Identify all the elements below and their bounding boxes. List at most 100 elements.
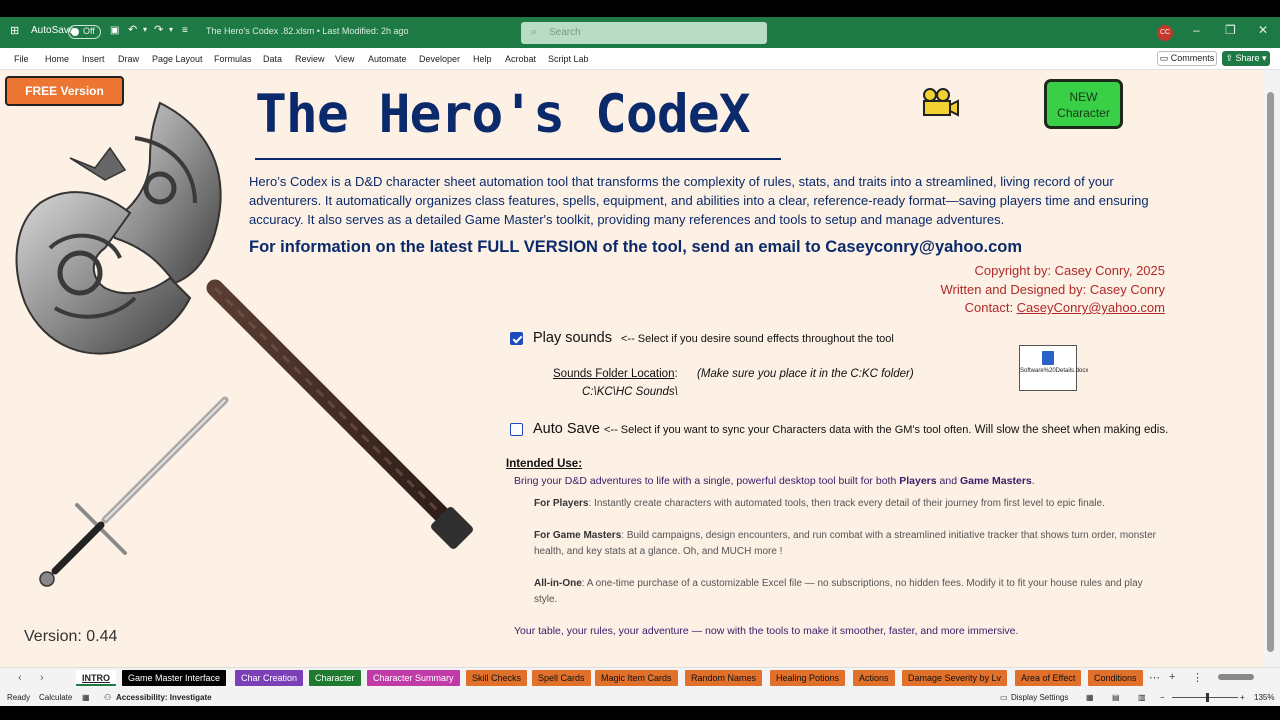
all-in-one-paragraph: All-in-One: A one-time purchase of a cus… [534, 576, 1159, 608]
embedded-docx-object[interactable]: Software%20Details.docx [1019, 345, 1089, 391]
display-settings-icon[interactable]: ▭ [1000, 693, 1008, 702]
minimize-icon[interactable]: – [1193, 23, 1200, 37]
tab-home[interactable]: Home [45, 54, 69, 64]
for-players-label: For Players [534, 498, 589, 509]
avatar[interactable]: CC [1157, 25, 1173, 41]
tab-page-layout[interactable]: Page Layout [152, 54, 203, 64]
tab-formulas[interactable]: Formulas [214, 54, 252, 64]
undo-icon[interactable]: ↶ [128, 23, 137, 36]
undo-dropdown-icon[interactable]: ▾ [143, 25, 147, 34]
new-character-button[interactable]: NEW Character [1044, 79, 1123, 129]
all-in-one-label: All-in-One [534, 578, 582, 589]
next-sheet-icon[interactable]: › [40, 672, 44, 684]
sheet-tab-healing-potions[interactable]: Healing Potions [770, 670, 846, 686]
intro-gms: Game Masters [959, 475, 1032, 487]
ribbon-tabs: File Home Insert Draw Page Layout Formul… [0, 48, 1280, 70]
sheet-tabs-bar: ‹ › INTRO Game Master Interface Char Cre… [0, 667, 1280, 688]
copyright: Copyright by: Casey Conry, 2025 [974, 263, 1165, 278]
for-gms-paragraph: For Game Masters: Build campaigns, desig… [534, 528, 1159, 560]
tab-script-lab[interactable]: Script Lab [548, 54, 589, 64]
search-placeholder: Search [549, 27, 581, 38]
sheet-tab-character-summary[interactable]: Character Summary [367, 670, 460, 686]
tab-developer[interactable]: Developer [419, 54, 460, 64]
sheet-tab-damage-severity[interactable]: Damage Severity by Lv [902, 670, 1008, 686]
auto-save-note: <-- Select if you want to sync your Char… [604, 424, 1168, 436]
sheet-tab-actions[interactable]: Actions [853, 670, 895, 686]
sheet-tab-intro[interactable]: INTRO [76, 670, 116, 686]
vertical-scrollbar[interactable] [1264, 70, 1280, 667]
normal-view-icon[interactable]: ▦ [1086, 693, 1094, 702]
horizontal-scrollbar[interactable] [1210, 674, 1266, 682]
sheet-tab-conditions[interactable]: Conditions [1088, 670, 1143, 686]
share-button[interactable]: ⇪ Share ▾ [1222, 51, 1270, 66]
auto-save-label: Auto Save [533, 421, 600, 437]
contact-email-link[interactable]: CaseyConry@yahoo.com [1017, 300, 1165, 315]
tab-acrobat[interactable]: Acrobat [505, 54, 536, 64]
auto-save-checkbox[interactable] [510, 423, 523, 436]
comments-button[interactable]: ▭ Comments [1157, 51, 1217, 66]
sheet-tab-random-names[interactable]: Random Names [685, 670, 763, 686]
tab-review[interactable]: Review [295, 54, 325, 64]
play-sounds-note: <-- Select if you desire sound effects t… [621, 333, 894, 345]
sheet-tab-character[interactable]: Character [309, 670, 361, 686]
customize-qat-icon[interactable]: ≡ [182, 25, 188, 36]
search-icon: ⌕ [531, 26, 538, 38]
redo-dropdown-icon[interactable]: ▾ [169, 25, 173, 34]
tab-data[interactable]: Data [263, 54, 282, 64]
status-ready: Ready [7, 693, 31, 702]
share-icon: ⇪ [1225, 53, 1236, 63]
excel-logo-icon: ⊞ [10, 25, 20, 37]
page-title: The Hero's CodeX [255, 84, 751, 145]
sounds-folder-colon: : [674, 368, 678, 380]
status-display-settings[interactable]: Display Settings [1011, 693, 1068, 702]
play-sounds-checkbox[interactable] [510, 332, 523, 345]
close-icon[interactable]: ✕ [1258, 23, 1268, 37]
zoom-slider[interactable] [1172, 697, 1238, 698]
tab-help[interactable]: Help [473, 54, 492, 64]
tab-insert[interactable]: Insert [82, 54, 105, 64]
zoom-out-button[interactable]: − [1160, 693, 1165, 702]
scrollbar-thumb[interactable] [1267, 92, 1274, 652]
redo-icon[interactable]: ↷ [154, 23, 163, 36]
sheet-tab-magic-item-cards[interactable]: Magic Item Cards [595, 670, 678, 686]
attachment-label: Software%20Details.docx [1020, 368, 1089, 374]
accessibility-icon[interactable]: ⚇ [104, 693, 111, 702]
tab-file[interactable]: File [14, 54, 29, 64]
free-version-button[interactable]: FREE Version [5, 76, 124, 106]
tab-draw[interactable]: Draw [118, 54, 139, 64]
new-character-line2: Character [1057, 106, 1110, 120]
tab-view[interactable]: View [335, 54, 354, 64]
title-bar: ⊞ AutoSave Off ▣ ↶ ▾ ↷ ▾ ≡ The Hero's Co… [0, 17, 1280, 48]
tab-automate[interactable]: Automate [368, 54, 407, 64]
page-break-view-icon[interactable]: ▥ [1138, 693, 1146, 702]
contact-line: Contact: CaseyConry@yahoo.com [941, 299, 1165, 318]
sheet-tab-char-creation[interactable]: Char Creation [235, 670, 304, 686]
autosave-toggle[interactable]: Off [68, 25, 101, 39]
zoom-level[interactable]: 135% [1254, 693, 1274, 702]
sheet-tab-skill-checks[interactable]: Skill Checks [466, 670, 528, 686]
sheet-tab-area-of-effect[interactable]: Area of Effect [1015, 670, 1082, 686]
movie-camera-icon[interactable] [920, 87, 960, 119]
status-calculate[interactable]: Calculate [39, 693, 72, 702]
more-sheets-icon[interactable]: ⋯ [1149, 671, 1160, 684]
sheet-tab-game-master-interface[interactable]: Game Master Interface [122, 670, 227, 686]
add-sheet-icon[interactable]: + [1169, 671, 1175, 683]
sounds-folder-text: Sounds Folder Location [553, 368, 675, 380]
contact-label: Contact: [964, 300, 1017, 315]
sounds-folder-path: C:\KC\HC Sounds\ [582, 386, 678, 398]
macro-record-icon[interactable]: ▦ [82, 693, 90, 702]
hscroll-options-icon[interactable]: ⋮ [1192, 671, 1203, 684]
search-box[interactable]: ⌕ Search [521, 22, 767, 44]
hscroll-thumb[interactable] [1218, 674, 1254, 680]
restore-icon[interactable]: ❐ [1225, 23, 1236, 37]
zoom-slider-thumb[interactable] [1206, 693, 1209, 702]
save-icon[interactable]: ▣ [110, 25, 119, 36]
page-layout-view-icon[interactable]: ▤ [1112, 693, 1120, 702]
zoom-in-button[interactable]: + [1240, 693, 1245, 702]
status-accessibility[interactable]: Accessibility: Investigate [116, 693, 212, 702]
sheet-tab-spell-cards[interactable]: Spell Cards [532, 670, 591, 686]
intended-use-heading: Intended Use: [506, 458, 583, 470]
prev-sheet-icon[interactable]: ‹ [18, 672, 22, 684]
file-title[interactable]: The Hero's Codex .82.xlsm • Last Modifie… [206, 26, 408, 36]
sounds-folder-note: (Make sure you place it in the C:KC fold… [697, 368, 914, 380]
